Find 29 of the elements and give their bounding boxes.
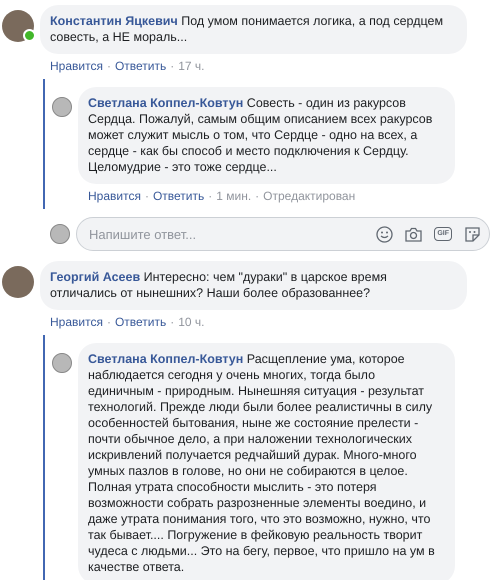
action-link[interactable]: Нравится xyxy=(50,315,103,335)
avatar-photo-placeholder[interactable] xyxy=(2,10,34,42)
separator-dot: · xyxy=(106,315,111,331)
author-link[interactable]: Георгий Асеев xyxy=(50,270,140,284)
separator-dot: · xyxy=(106,59,111,75)
author-link[interactable]: Светлана Коппел-Ковтун xyxy=(88,96,244,110)
avatar-photo-placeholder[interactable] xyxy=(52,97,72,117)
reply-text: Светлана Коппел-Ковтун Расщепление ума, которое наблюдается сегодня у очень многих, тогда было единичным - природным. Нынешняя ситуация - результат технологий. Прежде люди были более реалистичны в силу особенностей бытования, ныне же состояние прелести - почти обычное дело, а при наложении технологических искривлений получается редчайший дурак. Много-много умных пазлов в голове, но они не собираются в целое. Полная утрата способности мыслить - это потеря возможности собрать разрозненные элементы воедино, и даже утрата понимания того, что это возможно, нужно, что так бывает.... Погружение в фейковую реальность творит чудеса с людьми... Это на бегу, первое, что пришло на ум в качестве ответа. xyxy=(88,351,436,575)
comment-text: Георгий Асеев Интересно: чем "дураки" в царское время отличались от нынешних? Наши более образованнее? xyxy=(50,269,388,301)
sticker-icon[interactable] xyxy=(464,226,481,242)
separator-dot: · xyxy=(208,189,212,205)
reply-text: Светлана Коппел-Ковтун Совесть - один из ракурсов Сердца. Пожалуй, самым общим описанием всех ракурсов может служит мысль о том, что Сердце - одно на всех, а сердце - как бы способ и место подключения к Сердцу. Целомудрие - это тоже сердце... xyxy=(88,95,434,175)
action-link[interactable]: Нравится xyxy=(88,189,141,209)
separator-dot: · xyxy=(170,59,174,75)
action-link[interactable]: Ответить xyxy=(152,189,204,209)
action-link[interactable]: Ответить xyxy=(114,315,166,335)
avatar-photo-placeholder xyxy=(50,224,70,244)
smiley-icon[interactable] xyxy=(376,226,394,242)
author-link[interactable]: Светлана Коппел-Ковтун xyxy=(88,352,244,366)
avatar-photo-placeholder[interactable] xyxy=(2,266,34,298)
action-link[interactable]: Ответить xyxy=(114,59,166,79)
separator-dot: · xyxy=(144,189,149,205)
separator-dot: · xyxy=(170,315,174,331)
avatar-photo-placeholder[interactable] xyxy=(52,353,72,373)
action-link[interactable]: Нравится xyxy=(50,59,103,79)
author-link[interactable]: Константин Яцкевич xyxy=(50,14,178,28)
camera-icon[interactable] xyxy=(405,226,422,242)
separator-dot: · xyxy=(255,189,260,205)
comment-text: Константин Яцкевич Под умом понимается логика, а под сердцем совесть, а НЕ мораль... xyxy=(50,13,444,45)
